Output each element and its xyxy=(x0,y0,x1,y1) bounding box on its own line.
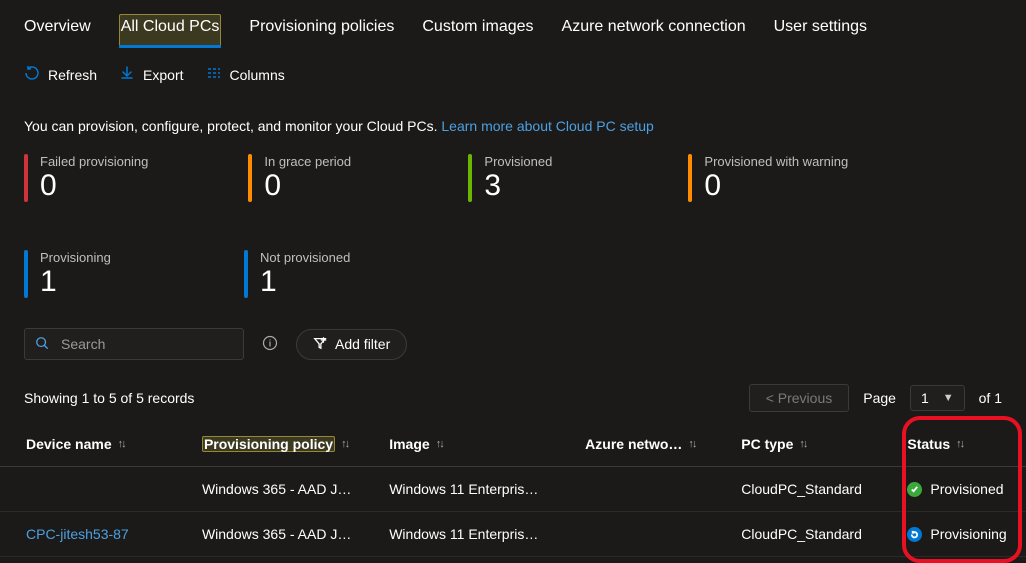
info-icon[interactable] xyxy=(262,335,278,354)
tab-overview[interactable]: Overview xyxy=(24,14,91,48)
table-wrap: Device name↑↓ Provisioning policy↑↓ Imag… xyxy=(0,412,1026,557)
col-provisioning-policy[interactable]: Provisioning policy↑↓ xyxy=(192,422,379,467)
kpi-bar xyxy=(24,154,28,202)
device-name-link[interactable]: CPC-jitesh53-87 xyxy=(26,526,129,542)
refresh-icon xyxy=(24,65,40,84)
status-text: Provisioning xyxy=(930,526,1006,542)
table-row[interactable]: Windows 365 - AAD J… Windows 11 Enterpri… xyxy=(0,467,1026,512)
export-button[interactable]: Export xyxy=(119,65,183,84)
add-filter-label: Add filter xyxy=(335,336,390,352)
showing-text: Showing 1 to 5 of 5 records xyxy=(24,390,194,406)
tab-all-cloud-pcs[interactable]: All Cloud PCs xyxy=(119,14,222,48)
chevron-down-icon: ▼ xyxy=(943,392,954,404)
policy-cell: Windows 365 - AAD J… xyxy=(202,481,351,497)
type-cell: CloudPC_Standard xyxy=(741,526,862,542)
intro-sentence: You can provision, configure, protect, a… xyxy=(24,118,441,134)
tab-azure-network-connection[interactable]: Azure network connection xyxy=(562,14,746,48)
kpi-bar xyxy=(468,154,472,202)
kpi-bar xyxy=(688,154,692,202)
kpi-in-grace-period[interactable]: In grace period 0 xyxy=(248,154,368,202)
kpi-label: In grace period xyxy=(264,154,351,169)
export-label: Export xyxy=(143,67,183,83)
columns-label: Columns xyxy=(230,67,285,83)
kpi-bar xyxy=(24,250,28,298)
col-status[interactable]: Status↑↓ xyxy=(897,422,1026,467)
refresh-button[interactable]: Refresh xyxy=(24,65,97,84)
image-cell: Windows 11 Enterpris… xyxy=(389,526,538,542)
page-select[interactable]: 1 ▼ xyxy=(910,385,965,411)
tab-user-settings[interactable]: User settings xyxy=(774,14,867,48)
of-label: of 1 xyxy=(979,390,1002,406)
results-table: Device name↑↓ Provisioning policy↑↓ Imag… xyxy=(0,422,1026,557)
kpi-not-provisioned[interactable]: Not provisioned 1 xyxy=(244,250,394,298)
meta-row: Showing 1 to 5 of 5 records < Previous P… xyxy=(0,360,1026,412)
kpi-provisioned[interactable]: Provisioned 3 xyxy=(468,154,588,202)
filter-icon xyxy=(313,336,327,353)
col-azure-network[interactable]: Azure netwo…↑↓ xyxy=(575,422,731,467)
kpi-label: Provisioned xyxy=(484,154,552,169)
kpi-label: Provisioned with warning xyxy=(704,154,848,169)
learn-more-link[interactable]: Learn more about Cloud PC setup xyxy=(441,118,653,134)
col-device-name[interactable]: Device name↑↓ xyxy=(0,422,192,467)
kpi-bar xyxy=(244,250,248,298)
table-row[interactable]: CPC-jitesh53-87 Windows 365 - AAD J… Win… xyxy=(0,512,1026,557)
refresh-label: Refresh xyxy=(48,67,97,83)
kpi-label: Provisioning xyxy=(40,250,111,265)
kpi-value: 0 xyxy=(40,169,148,202)
status-text: Provisioned xyxy=(930,481,1003,497)
kpi-bar xyxy=(248,154,252,202)
page-value: 1 xyxy=(921,390,929,406)
col-image[interactable]: Image↑↓ xyxy=(379,422,575,467)
toolbar: Refresh Export Columns xyxy=(0,49,1026,94)
previous-button[interactable]: < Previous xyxy=(749,384,850,412)
tab-custom-images[interactable]: Custom images xyxy=(422,14,533,48)
type-cell: CloudPC_Standard xyxy=(741,481,862,497)
page-label: Page xyxy=(863,390,896,406)
search-icon xyxy=(35,336,49,353)
pager: < Previous Page 1 ▼ of 1 xyxy=(749,384,1002,412)
status-success-icon xyxy=(907,482,922,497)
kpi-value: 0 xyxy=(704,169,848,202)
tab-bar: Overview All Cloud PCs Provisioning poli… xyxy=(0,0,1026,49)
columns-button[interactable]: Columns xyxy=(206,65,285,84)
search-box[interactable] xyxy=(24,328,244,360)
kpi-label: Not provisioned xyxy=(260,250,350,265)
controls-row: Add filter xyxy=(0,298,1026,360)
kpi-value: 3 xyxy=(484,169,552,202)
kpi-provisioning[interactable]: Provisioning 1 xyxy=(24,250,144,298)
policy-cell: Windows 365 - AAD J… xyxy=(202,526,351,542)
status-progress-icon xyxy=(907,527,922,542)
col-pc-type[interactable]: PC type↑↓ xyxy=(731,422,897,467)
kpi-label: Failed provisioning xyxy=(40,154,148,169)
kpi-provisioned-with-warning[interactable]: Provisioned with warning 0 xyxy=(688,154,848,202)
kpi-row: Failed provisioning 0 In grace period 0 … xyxy=(0,134,1026,298)
image-cell: Windows 11 Enterpris… xyxy=(389,481,538,497)
kpi-value: 0 xyxy=(264,169,351,202)
download-icon xyxy=(119,65,135,84)
kpi-value: 1 xyxy=(260,265,350,298)
intro-text: You can provision, configure, protect, a… xyxy=(0,94,1026,134)
columns-icon xyxy=(206,65,222,84)
kpi-failed-provisioning[interactable]: Failed provisioning 0 xyxy=(24,154,148,202)
tab-provisioning-policies[interactable]: Provisioning policies xyxy=(249,14,394,48)
search-input[interactable] xyxy=(59,335,233,353)
kpi-value: 1 xyxy=(40,265,111,298)
add-filter-button[interactable]: Add filter xyxy=(296,329,407,360)
